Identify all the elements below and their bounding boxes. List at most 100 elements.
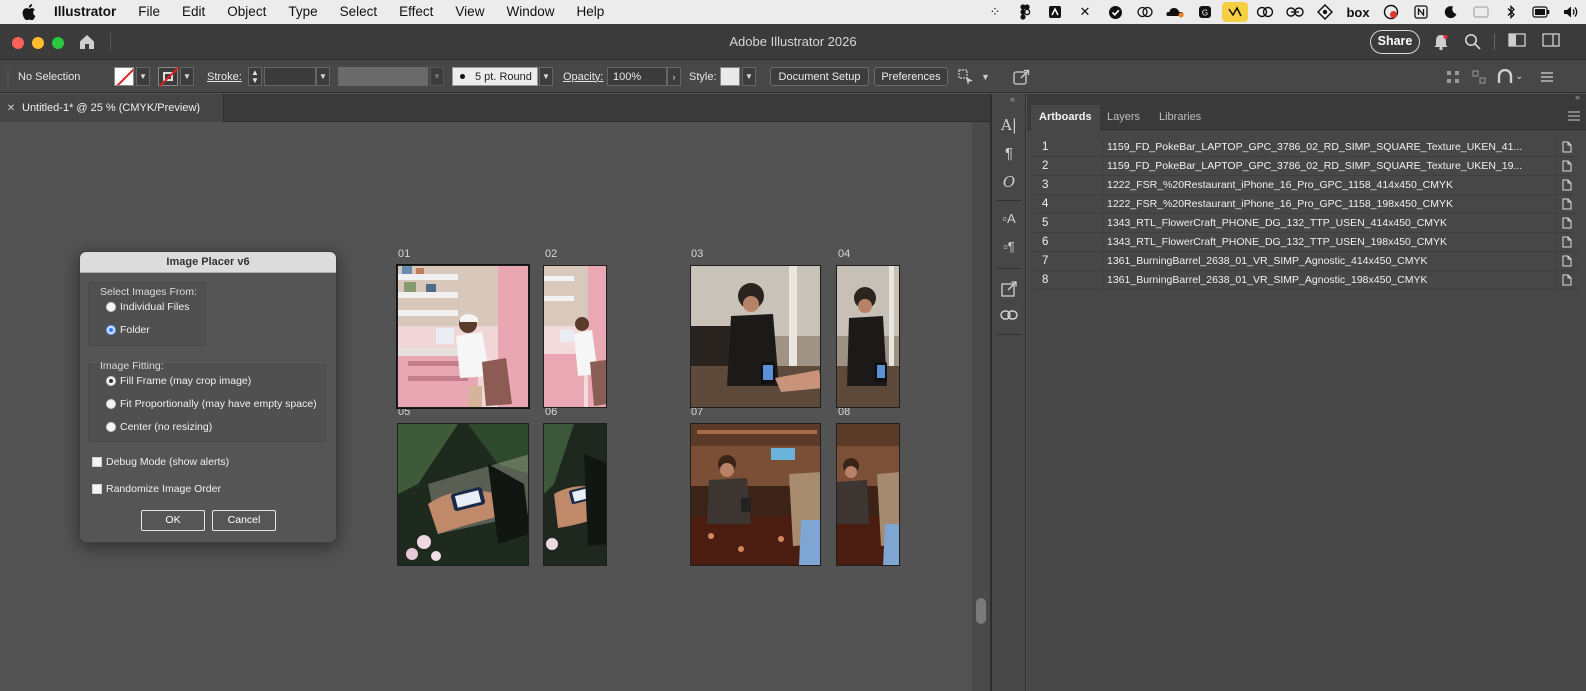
collapse-panel-icon[interactable]: » — [1575, 92, 1580, 102]
artboard-row-4[interactable]: 4 1222_FSR_%20Restaurant_iPhone_16_Pro_G… — [1033, 194, 1578, 214]
menu-select[interactable]: Select — [329, 0, 389, 24]
tab-libraries[interactable]: Libraries — [1151, 105, 1209, 130]
artboard-row-7[interactable]: 7 1361_BurningBarrel_2638_01_VR_SIMP_Agn… — [1033, 251, 1578, 271]
checkbox-randomize[interactable] — [92, 484, 102, 494]
document-setup-button[interactable]: Document Setup — [770, 60, 869, 93]
artboard-name[interactable]: 1159_FD_PokeBar_LAPTOP_GPC_3786_02_RD_SI… — [1103, 137, 1556, 157]
checkbox-debug-mode[interactable] — [92, 457, 102, 467]
artboard-name[interactable]: 1159_FD_PokeBar_LAPTOP_GPC_3786_02_RD_SI… — [1103, 156, 1556, 176]
calendar-icon[interactable]: G — [1192, 0, 1218, 24]
menu-type[interactable]: Type — [277, 0, 328, 24]
artboard-name[interactable]: 1222_FSR_%20Restaurant_iPhone_16_Pro_GPC… — [1103, 175, 1556, 195]
debug-mode-checkbox[interactable]: Debug Mode (show alerts) — [92, 456, 229, 468]
artboard-03-image[interactable] — [690, 265, 821, 408]
figma-icon[interactable] — [1012, 0, 1038, 24]
arrange-dropdown-icon[interactable]: ▼ — [981, 60, 990, 93]
tab-artboards[interactable]: Artboards — [1031, 105, 1100, 130]
style-swatch[interactable] — [720, 60, 740, 93]
artboard-01-image[interactable] — [396, 264, 530, 409]
collapse-strip-icon[interactable]: « — [1010, 94, 1015, 104]
canvas-vertical-scrollbar[interactable] — [972, 122, 990, 691]
radio-center[interactable] — [106, 422, 116, 432]
artboard-name[interactable]: 1222_FSR_%20Restaurant_iPhone_16_Pro_GPC… — [1103, 194, 1556, 214]
variable-width-dropdown[interactable]: ▼ — [430, 60, 444, 93]
artboard-name[interactable]: 1361_BurningBarrel_2638_01_VR_SIMP_Agnos… — [1103, 270, 1556, 290]
artboard-07-image[interactable] — [690, 423, 821, 566]
x-icon[interactable]: ✕ — [1072, 0, 1098, 24]
artboard-options-icon[interactable] — [1556, 274, 1578, 286]
box-icon[interactable]: box — [1342, 0, 1374, 24]
stroke-weight-stepper[interactable]: ▲ ▼ — [248, 60, 262, 93]
stroke-weight-dropdown[interactable]: ▼ — [316, 60, 330, 93]
export-assets-icon[interactable] — [999, 280, 1019, 302]
panel-collapse-bar[interactable]: » — [1027, 92, 1586, 105]
stroke-dropdown[interactable]: ▼ — [180, 60, 194, 93]
variable-width-profile[interactable] — [338, 60, 428, 93]
artboard-options-icon[interactable] — [1556, 236, 1578, 248]
artboard-options-icon[interactable] — [1556, 217, 1578, 229]
brush-dropdown[interactable]: ▼ — [539, 60, 553, 93]
radio-folder[interactable] — [106, 325, 116, 335]
artboard-row-8[interactable]: 8 1361_BurningBarrel_2638_01_VR_SIMP_Agn… — [1033, 270, 1578, 290]
paragraph-styles-icon[interactable]: ▫¶ — [999, 239, 1019, 261]
center-radio[interactable]: Center (no resizing) — [106, 421, 212, 433]
artboard-name[interactable]: 1361_BurningBarrel_2638_01_VR_SIMP_Agnos… — [1103, 251, 1556, 271]
battery-icon[interactable] — [1528, 0, 1554, 24]
folder-radio[interactable]: Folder — [106, 324, 150, 336]
artboard-row-3[interactable]: 3 1222_FSR_%20Restaurant_iPhone_16_Pro_G… — [1033, 175, 1578, 195]
radio-fit-proportionally[interactable] — [106, 399, 116, 409]
artboard-name[interactable]: 1343_RTL_FlowerCraft_PHONE_DG_132_TTP_US… — [1103, 213, 1556, 233]
stroke-weight-input[interactable] — [264, 60, 316, 93]
export-icon[interactable] — [1012, 60, 1030, 93]
randomize-checkbox[interactable]: Randomize Image Order — [92, 483, 221, 495]
bell-icon[interactable] — [1431, 33, 1451, 51]
stroke-swatch[interactable] — [158, 60, 179, 93]
individual-files-radio[interactable]: Individual Files — [106, 301, 189, 313]
align-grid-icon[interactable] — [1446, 60, 1460, 93]
sync-icon[interactable] — [1312, 0, 1338, 24]
snap-dropdown-icon[interactable]: ⌄ — [1515, 60, 1523, 93]
artboard-options-icon[interactable] — [1556, 255, 1578, 267]
menu-edit[interactable]: Edit — [171, 0, 216, 24]
menu-app-name[interactable]: Illustrator — [40, 0, 127, 24]
fit-proportionally-radio[interactable]: Fit Proportionally (may have empty space… — [106, 398, 317, 410]
radio-fill-frame[interactable] — [106, 376, 116, 386]
arrange-documents-icon[interactable] — [958, 60, 976, 93]
artboard-options-icon[interactable] — [1556, 179, 1578, 191]
control-bar-menu-icon[interactable] — [1540, 60, 1554, 93]
linear-icon[interactable] — [1282, 0, 1308, 24]
notion-icon[interactable] — [1042, 0, 1068, 24]
opacity-label[interactable]: Opacity: — [563, 60, 603, 93]
opacity-input[interactable]: 100% — [607, 60, 667, 93]
fill-dropdown[interactable]: ▼ — [136, 60, 150, 93]
artboard-row-2[interactable]: 2 1159_FD_PokeBar_LAPTOP_GPC_3786_02_RD_… — [1033, 156, 1578, 176]
artboard-02-image[interactable] — [543, 265, 607, 408]
tab-layers[interactable]: Layers — [1099, 105, 1148, 130]
menu-help[interactable]: Help — [565, 0, 615, 24]
preferences-button[interactable]: Preferences — [874, 60, 948, 93]
panel-menu-icon[interactable] — [1568, 110, 1580, 124]
artboard-row-5[interactable]: 5 1343_RTL_FlowerCraft_PHONE_DG_132_TTP_… — [1033, 213, 1578, 233]
canvas[interactable]: 01 02 03 04 05 06 07 08 Image Placer v6 … — [0, 122, 972, 691]
artboard-04-image[interactable] — [836, 265, 900, 408]
highlighted-app-icon[interactable] — [1222, 2, 1248, 22]
artboard-06-image[interactable] — [543, 423, 607, 566]
artboard-name[interactable]: 1343_RTL_FlowerCraft_PHONE_DG_132_TTP_US… — [1103, 232, 1556, 252]
moon-icon[interactable] — [1438, 0, 1464, 24]
close-tab-icon[interactable]: ✕ — [0, 103, 22, 114]
artboard-08-image[interactable] — [836, 423, 900, 566]
artboard-05-image[interactable] — [397, 423, 529, 566]
style-dropdown[interactable]: ▼ — [742, 60, 756, 93]
link-icon[interactable] — [1252, 0, 1278, 24]
search-icon[interactable] — [1462, 33, 1482, 51]
links-panel-icon[interactable] — [999, 308, 1019, 330]
bluetooth-icon[interactable] — [1498, 0, 1524, 24]
snap-magnet-icon[interactable] — [1496, 60, 1514, 93]
dots-grid-icon[interactable]: ⁘ — [982, 0, 1008, 24]
overlap-circles-icon[interactable] — [1132, 0, 1158, 24]
artboard-options-icon[interactable] — [1556, 198, 1578, 210]
brush-definition[interactable]: 5 pt. Round — [452, 60, 538, 93]
character-styles-icon[interactable]: ▫A — [999, 211, 1019, 233]
opentype-panel-icon[interactable]: O — [999, 173, 1019, 195]
paragraph-panel-icon[interactable]: ¶ — [999, 145, 1019, 167]
